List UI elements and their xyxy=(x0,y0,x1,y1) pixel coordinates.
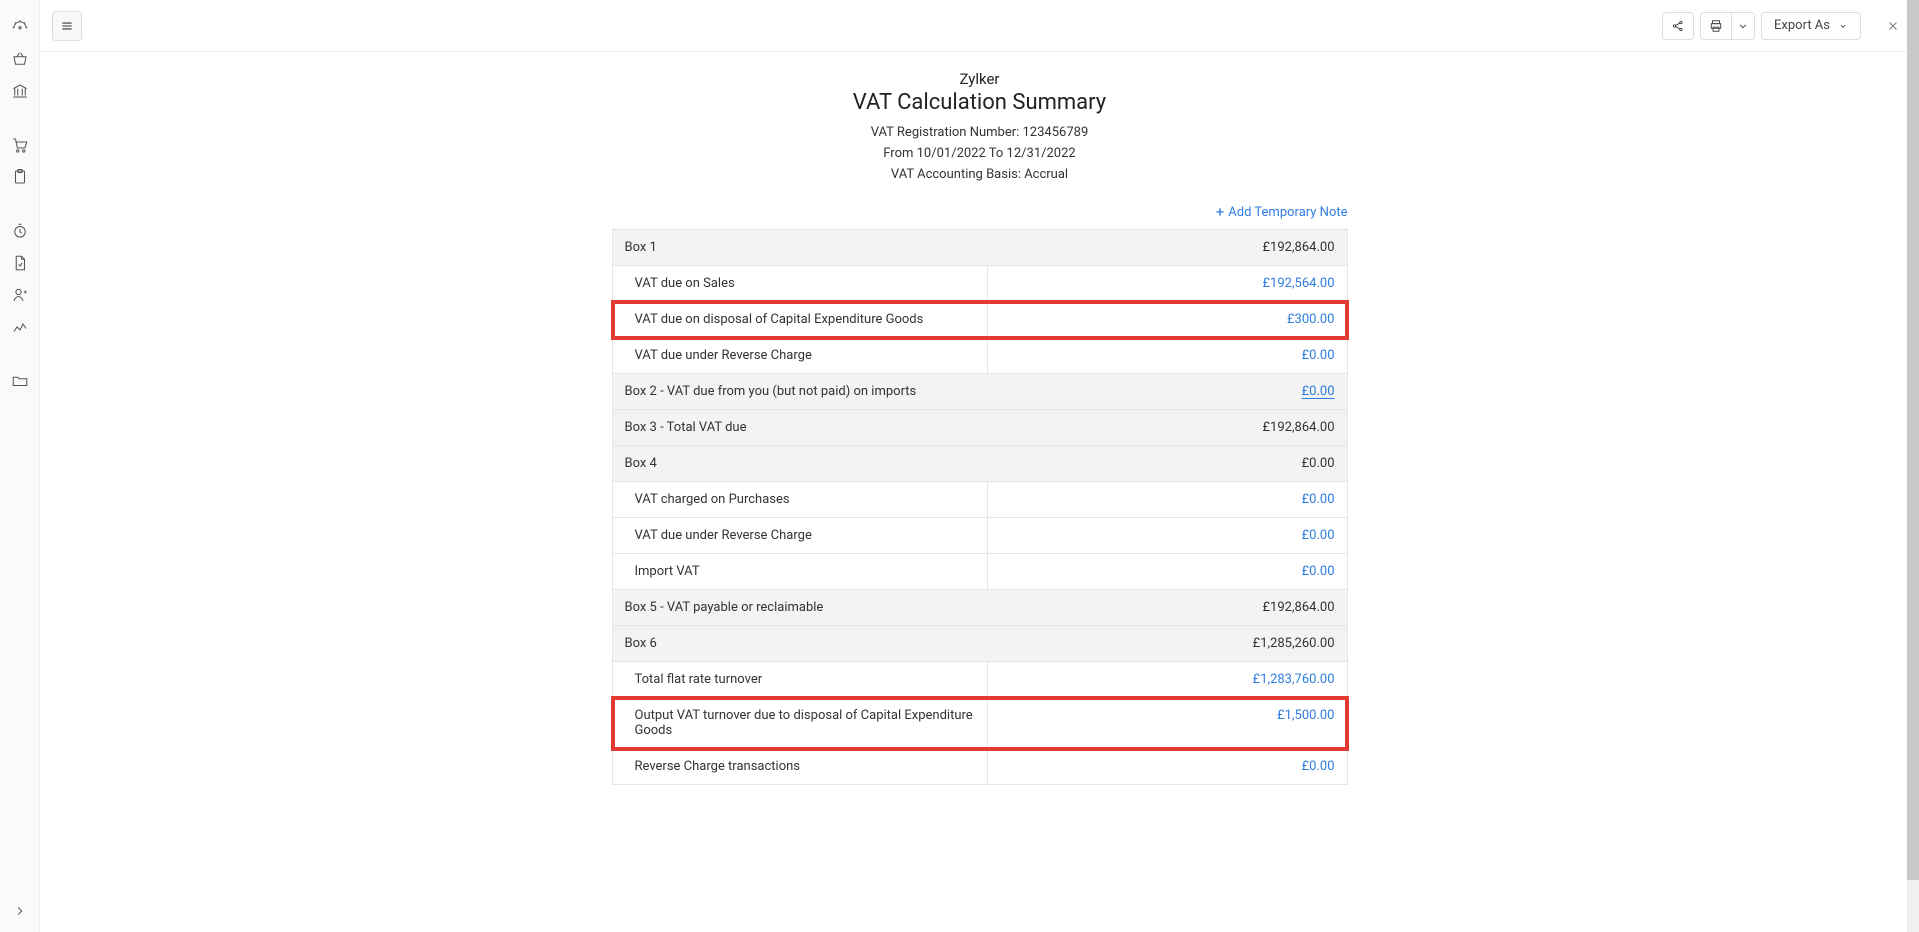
plus-icon: + xyxy=(1216,203,1225,221)
row-label: VAT due under Reverse Charge xyxy=(613,338,987,373)
row-value[interactable]: £300.00 xyxy=(987,302,1347,337)
row-label: Box 4 xyxy=(613,446,987,481)
bank-icon[interactable] xyxy=(11,82,29,100)
row-label: Import VAT xyxy=(613,554,987,589)
scrollbar[interactable] xyxy=(1907,0,1919,932)
row-value: £192,864.00 xyxy=(987,590,1347,625)
table-row: VAT due on disposal of Capital Expenditu… xyxy=(613,302,1347,338)
table-row: VAT due under Reverse Charge£0.00 xyxy=(613,338,1347,374)
table-row: Box 1£192,864.00 xyxy=(613,230,1347,266)
add-temporary-note-link[interactable]: + Add Temporary Note xyxy=(1216,203,1348,221)
row-value[interactable]: £192,564.00 xyxy=(987,266,1347,301)
sidebar-expand-icon[interactable] xyxy=(13,904,27,922)
row-label: VAT due under Reverse Charge xyxy=(613,518,987,553)
cart-icon[interactable] xyxy=(11,136,29,154)
export-label: Export As xyxy=(1774,18,1830,33)
user-icon[interactable] xyxy=(11,286,29,304)
scrollbar-thumb[interactable] xyxy=(1907,0,1919,880)
row-value: £192,864.00 xyxy=(987,410,1347,445)
export-button[interactable]: Export As xyxy=(1761,12,1861,40)
document-icon[interactable] xyxy=(11,254,29,272)
table-row: Box 3 - Total VAT due£192,864.00 xyxy=(613,410,1347,446)
table-row: Output VAT turnover due to disposal of C… xyxy=(613,698,1347,749)
row-label: VAT due on Sales xyxy=(613,266,987,301)
dashboard-icon[interactable] xyxy=(11,18,29,36)
vat-table: Box 1£192,864.00VAT due on Sales£192,564… xyxy=(612,229,1348,785)
table-row: Box 4£0.00 xyxy=(613,446,1347,482)
folder-icon[interactable] xyxy=(11,372,29,390)
row-label: Total flat rate turnover xyxy=(613,662,987,697)
print-button[interactable] xyxy=(1700,12,1732,40)
topbar: Export As xyxy=(40,0,1919,52)
report-period: From 10/01/2022 To 12/31/2022 xyxy=(40,144,1919,165)
table-row: Total flat rate turnover£1,283,760.00 xyxy=(613,662,1347,698)
sidebar xyxy=(0,0,40,932)
content: Zylker VAT Calculation Summary VAT Regis… xyxy=(40,52,1919,932)
row-label: Box 1 xyxy=(613,230,987,265)
row-label: Reverse Charge transactions xyxy=(613,749,987,784)
row-value[interactable]: £0.00 xyxy=(987,554,1347,589)
row-label: Box 5 - VAT payable or reclaimable xyxy=(613,590,987,625)
row-value: £1,285,260.00 xyxy=(987,626,1347,661)
report-header: Zylker VAT Calculation Summary VAT Regis… xyxy=(40,70,1919,185)
row-value[interactable]: £0.00 xyxy=(987,518,1347,553)
company-name: Zylker xyxy=(40,70,1919,88)
table-row: Box 5 - VAT payable or reclaimable£192,8… xyxy=(613,590,1347,626)
table-row: VAT due on Sales£192,564.00 xyxy=(613,266,1347,302)
row-value[interactable]: £0.00 xyxy=(987,749,1347,784)
table-row: Box 2 - VAT due from you (but not paid) … xyxy=(613,374,1347,410)
basket-icon[interactable] xyxy=(11,50,29,68)
row-value[interactable]: £1,500.00 xyxy=(987,698,1347,748)
row-label: Box 6 xyxy=(613,626,987,661)
row-label: VAT due on disposal of Capital Expenditu… xyxy=(613,302,987,337)
table-row: Box 6£1,285,260.00 xyxy=(613,626,1347,662)
accounting-basis: VAT Accounting Basis: Accrual xyxy=(40,165,1919,186)
reports-icon[interactable] xyxy=(11,318,29,336)
table-row: VAT due under Reverse Charge£0.00 xyxy=(613,518,1347,554)
timer-icon[interactable] xyxy=(11,222,29,240)
row-label: Box 2 - VAT due from you (but not paid) … xyxy=(613,374,987,409)
table-row: Import VAT£0.00 xyxy=(613,554,1347,590)
row-value: £0.00 xyxy=(987,446,1347,481)
clipboard-icon[interactable] xyxy=(11,168,29,186)
add-note-label: Add Temporary Note xyxy=(1228,205,1347,220)
row-value[interactable]: £0.00 xyxy=(987,482,1347,517)
row-value: £192,864.00 xyxy=(987,230,1347,265)
vat-reg-number: VAT Registration Number: 123456789 xyxy=(40,123,1919,144)
row-value[interactable]: £0.00 xyxy=(987,338,1347,373)
row-label: VAT charged on Purchases xyxy=(613,482,987,517)
table-row: VAT charged on Purchases£0.00 xyxy=(613,482,1347,518)
row-value[interactable]: £1,283,760.00 xyxy=(987,662,1347,697)
row-label: Output VAT turnover due to disposal of C… xyxy=(613,698,987,748)
row-value[interactable]: £0.00 xyxy=(987,374,1347,409)
report-title: VAT Calculation Summary xyxy=(40,90,1919,115)
table-row: Reverse Charge transactions£0.00 xyxy=(613,749,1347,784)
row-label: Box 3 - Total VAT due xyxy=(613,410,987,445)
main: Export As Zylker VAT Calculation Summary… xyxy=(40,0,1919,932)
close-button[interactable] xyxy=(1879,12,1907,40)
print-dropdown-button[interactable] xyxy=(1732,12,1755,40)
share-button[interactable] xyxy=(1662,12,1694,40)
menu-button[interactable] xyxy=(52,11,82,41)
